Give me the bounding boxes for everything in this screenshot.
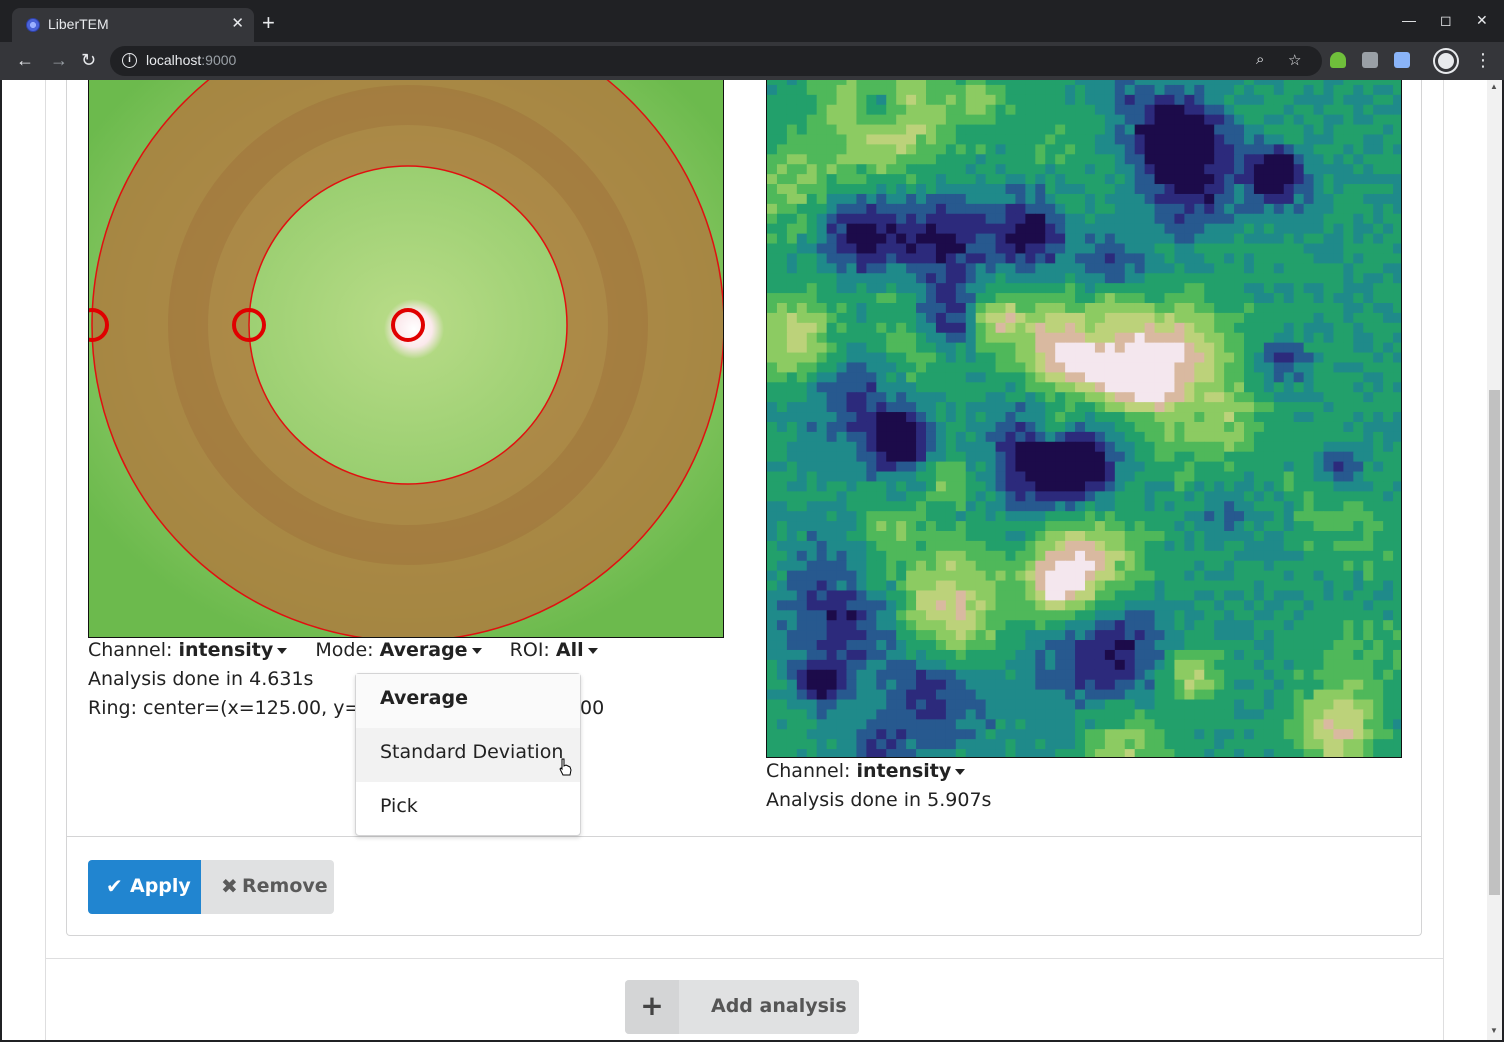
remove-button-label: Remove [242,875,328,897]
channel-label: Channel: [766,760,851,782]
plus-icon: + [625,980,679,1034]
hand-cursor-icon [559,758,572,776]
tab-close-icon[interactable]: ✕ [231,14,244,32]
address-bar[interactable]: i localhost:9000 ⌕ ☆ [110,46,1322,76]
segment-divider [66,836,1422,837]
mode-dropdown[interactable]: Average [380,639,482,661]
zoom-icon[interactable]: ⌕ [1256,51,1264,68]
roi-label: ROI: [509,639,550,661]
frame-view-image[interactable] [89,80,724,638]
left-controls-row: Channel: intensity Mode: Average ROI: Al… [88,639,598,661]
channel-label: Channel: [88,639,173,661]
window-close-icon[interactable]: ✕ [1476,12,1488,29]
page-viewport: Channel: intensity Mode: Average ROI: Al… [2,80,1502,1040]
mode-option-average[interactable]: Average [356,674,580,728]
android-extension-icon[interactable] [1330,52,1346,68]
right-controls-row: Channel: intensity [766,760,966,782]
libertem-favicon-icon [26,18,40,32]
mode-dropdown-menu: Average Standard Deviation Pick [355,673,581,836]
browser-menu-icon[interactable]: ⋮ [1474,50,1492,71]
apply-button-label: Apply [130,875,191,897]
back-icon[interactable]: ← [16,50,34,70]
chevron-down-icon [587,647,598,654]
result-map-plot[interactable] [766,80,1402,758]
remove-button[interactable]: ✖ Remove [201,860,334,914]
mode-option-standard-deviation[interactable]: Standard Deviation [356,728,580,782]
bookmark-star-icon[interactable]: ☆ [1288,51,1301,69]
url-text: localhost:9000 [146,52,237,68]
add-analysis-button[interactable]: + Add analysis [625,980,859,1034]
left-analysis-status: Analysis done in 4.631s [88,668,314,690]
cast-extension-icon[interactable] [1394,52,1410,68]
channel-dropdown[interactable]: intensity [856,760,966,782]
new-tab-icon[interactable]: + [262,12,275,34]
reload-icon[interactable]: ↻ [81,50,96,70]
chevron-down-icon [471,647,482,654]
mode-option-pick[interactable]: Pick [356,782,580,836]
chevron-down-icon [955,768,966,775]
forward-icon[interactable]: → [50,50,68,70]
mode-label: Mode: [315,639,374,661]
add-analysis-label: Add analysis [711,995,847,1017]
checkmark-icon: ✔ [106,874,123,898]
maximize-icon[interactable]: ◻ [1440,12,1452,29]
roi-dropdown[interactable]: All [556,639,598,661]
close-x-icon: ✖ [221,874,238,898]
result-map-image[interactable] [767,80,1402,758]
shield-extension-icon[interactable] [1362,52,1378,68]
ring-parameters-text-end: 00 [580,697,605,719]
tab-title: LiberTEM [48,16,109,32]
browser-tab[interactable]: LiberTEM ✕ [12,8,254,42]
profile-avatar[interactable] [1435,50,1457,72]
browser-toolbar: ← → ↻ i localhost:9000 ⌕ ☆ [0,42,1504,80]
site-info-icon[interactable]: i [122,53,137,68]
scroll-down-icon[interactable]: ▼ [1490,1026,1498,1035]
apply-button[interactable]: ✔ Apply [88,860,201,914]
scroll-up-icon[interactable]: ▲ [1490,82,1498,91]
chevron-down-icon [277,647,288,654]
page-scrollbar[interactable]: ▲ ▼ [1487,80,1502,1040]
right-analysis-status: Analysis done in 5.907s [766,789,992,811]
ring-parameters-text: Ring: center=(x=125.00, y=12 [88,697,385,719]
browser-tabstrip: LiberTEM ✕ + — ◻ ✕ [0,0,1504,42]
list-divider [45,958,1444,959]
channel-dropdown[interactable]: intensity [178,639,288,661]
scrollbar-thumb[interactable] [1489,390,1500,895]
frame-view-plot[interactable] [88,80,724,638]
minimize-icon[interactable]: — [1402,12,1416,28]
